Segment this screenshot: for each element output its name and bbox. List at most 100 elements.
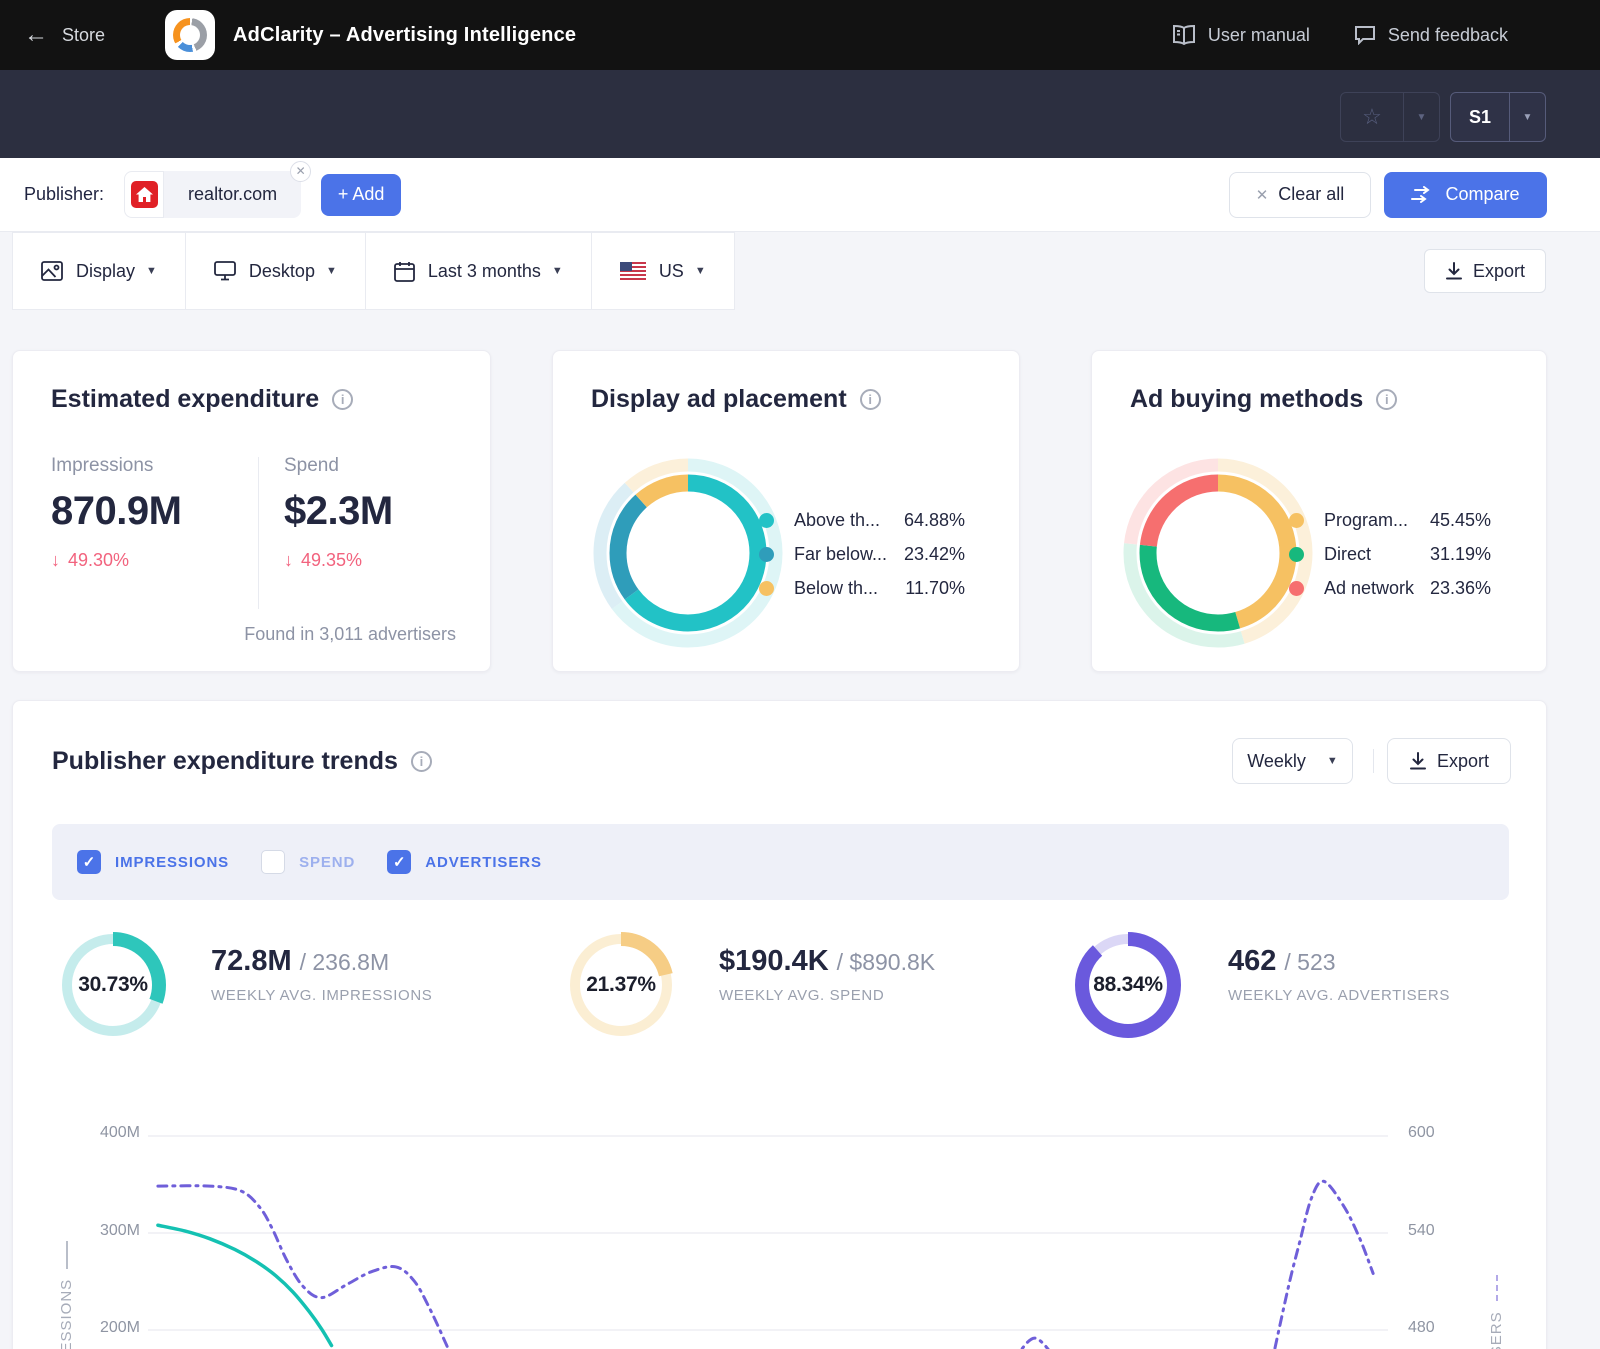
card-title: Estimated expenditure i [51,385,353,414]
chip-close-icon[interactable]: ✕ [290,161,311,182]
legend-item: Below th... 11.70% [759,571,965,605]
user-manual-link[interactable]: User manual [1172,25,1310,46]
legend-dot [759,513,774,528]
star-icon: ☆ [1362,104,1382,130]
left-axis-label: IMPRESSIONS [58,1241,75,1349]
clear-all-button[interactable]: ✕ Clear all [1229,172,1371,218]
card-title: Ad buying methods i [1130,385,1397,414]
publisher-favicon [124,171,164,218]
placement-legend: Above th... 64.88% Far below... 23.42% B… [759,503,965,605]
divider [258,457,259,609]
add-publisher-button[interactable]: + Add [321,174,401,216]
favorite-dropdown[interactable]: ▼ [1403,93,1439,141]
legend-dot [1289,513,1304,528]
download-icon [1445,262,1463,280]
legend-dot [1289,581,1304,596]
stat-total: / 236.8M [300,949,390,976]
buying-donut-chart [1118,453,1318,653]
impressions-stat: 72.8M / 236.8M WEEKLY AVG. IMPRESSIONS [211,945,432,1004]
stat-caption: WEEKLY AVG. SPEND [719,987,935,1004]
legend-dot [759,581,774,596]
realtor-icon [131,181,158,208]
info-icon[interactable]: i [860,389,881,410]
advertisers-footnote: Found in 3,011 advertisers [244,624,456,645]
checkbox [387,850,411,874]
info-icon[interactable]: i [1376,389,1397,410]
impressions-label: Impressions [51,455,181,477]
book-icon [1172,25,1196,45]
workspace-bar: ☆ ▼ S1 ▼ [0,70,1600,158]
chevron-down-icon: ▼ [1327,755,1338,767]
y2-axis-tick: 600 [1408,1124,1468,1142]
card-title: Display ad placement i [591,385,881,414]
impressions-progress-donut: 30.73% [55,927,171,1043]
stat-caption: WEEKLY AVG. ADVERTISERS [1228,987,1450,1004]
ad-buying-methods-card: Ad buying methods i Program... 45.45% Di… [1091,350,1547,672]
chevron-down-icon: ▼ [695,265,706,277]
y-axis-tick: 400M [84,1124,140,1142]
date-range-filter[interactable]: Last 3 months ▼ [366,232,592,310]
store-link[interactable]: Store [62,25,105,46]
us-flag-icon [620,262,646,280]
publisher-chip-label: realtor.com [164,171,301,218]
compare-arrows-icon [1411,186,1433,204]
download-icon [1409,752,1427,770]
send-feedback-link[interactable]: Send feedback [1354,25,1508,46]
y2-axis-tick: 480 [1408,1319,1468,1337]
impressions-toggle[interactable]: IMPRESSIONS [77,850,229,874]
publisher-bar: Publisher: realtor.com ✕ + Add ✕ Clear a… [0,158,1600,232]
back-arrow-icon[interactable]: ← [24,21,48,49]
arrow-down-icon: ↓ [51,550,60,571]
compare-button[interactable]: Compare [1384,172,1547,218]
checkbox [261,850,285,874]
stat-total: / $890.8K [837,949,935,976]
info-icon[interactable]: i [332,389,353,410]
placement-donut-chart [588,453,788,653]
spend-percent: 21.37% [563,973,679,997]
checkbox [77,850,101,874]
stat-value: 462 [1228,945,1276,978]
trends-title: Publisher expenditure trends i [52,747,432,776]
feedback-bubble-icon [1354,25,1376,45]
divider [1373,749,1374,773]
legend-item: Direct 31.19% [1289,537,1491,571]
workspace-button[interactable]: S1 [1451,93,1509,141]
workspace-dropdown[interactable]: ▼ [1509,93,1545,141]
stat-total: / 523 [1284,949,1335,976]
trends-line-chart [0,1080,1600,1349]
info-icon[interactable]: i [411,751,432,772]
export-button[interactable]: Export [1424,249,1546,293]
favorite-split-button: ☆ ▼ [1340,92,1440,142]
publisher-chip[interactable]: realtor.com ✕ [124,171,301,218]
solid-line-swatch [66,1241,68,1269]
y-axis-tick: 200M [84,1319,140,1337]
ad-type-filter[interactable]: Display ▼ [12,232,186,310]
legend-item: Above th... 64.88% [759,503,965,537]
series-toggle-strip: IMPRESSIONS SPEND ADVERTISERS [52,824,1509,900]
spend-toggle[interactable]: SPEND [261,850,355,874]
right-axis-label: ADVERTISERS [1488,1275,1505,1349]
spend-label: Spend [284,455,393,477]
close-icon: ✕ [1256,186,1269,204]
legend-item: Ad network 23.36% [1289,571,1491,605]
estimated-expenditure-card: Estimated expenditure i Impressions 870.… [12,350,491,672]
adclarity-logo-icon [173,18,207,52]
chevron-down-icon: ▼ [552,265,563,277]
export-trends-button[interactable]: Export [1387,738,1511,784]
country-filter[interactable]: US ▼ [592,232,735,310]
interval-dropdown[interactable]: Weekly ▼ [1232,738,1353,784]
chevron-down-icon: ▼ [1523,112,1533,123]
device-filter[interactable]: Desktop ▼ [186,232,366,310]
favorite-star-button[interactable]: ☆ [1341,93,1403,141]
image-icon [41,261,63,281]
display-ad-placement-card: Display ad placement i Above th... 64.88… [552,350,1020,672]
workspace-split-button: S1 ▼ [1450,92,1546,142]
filter-bar: Display ▼ Desktop ▼ Last 3 months ▼ US ▼ [0,232,1600,310]
advertisers-progress-donut: 88.34% [1070,927,1186,1043]
impressions-value: 870.9M [51,489,181,534]
chevron-down-icon: ▼ [326,265,337,277]
spend-change: ↓ 49.35% [284,550,393,571]
monitor-icon [214,261,236,281]
spend-value: $2.3M [284,489,393,534]
advertisers-toggle[interactable]: ADVERTISERS [387,850,542,874]
